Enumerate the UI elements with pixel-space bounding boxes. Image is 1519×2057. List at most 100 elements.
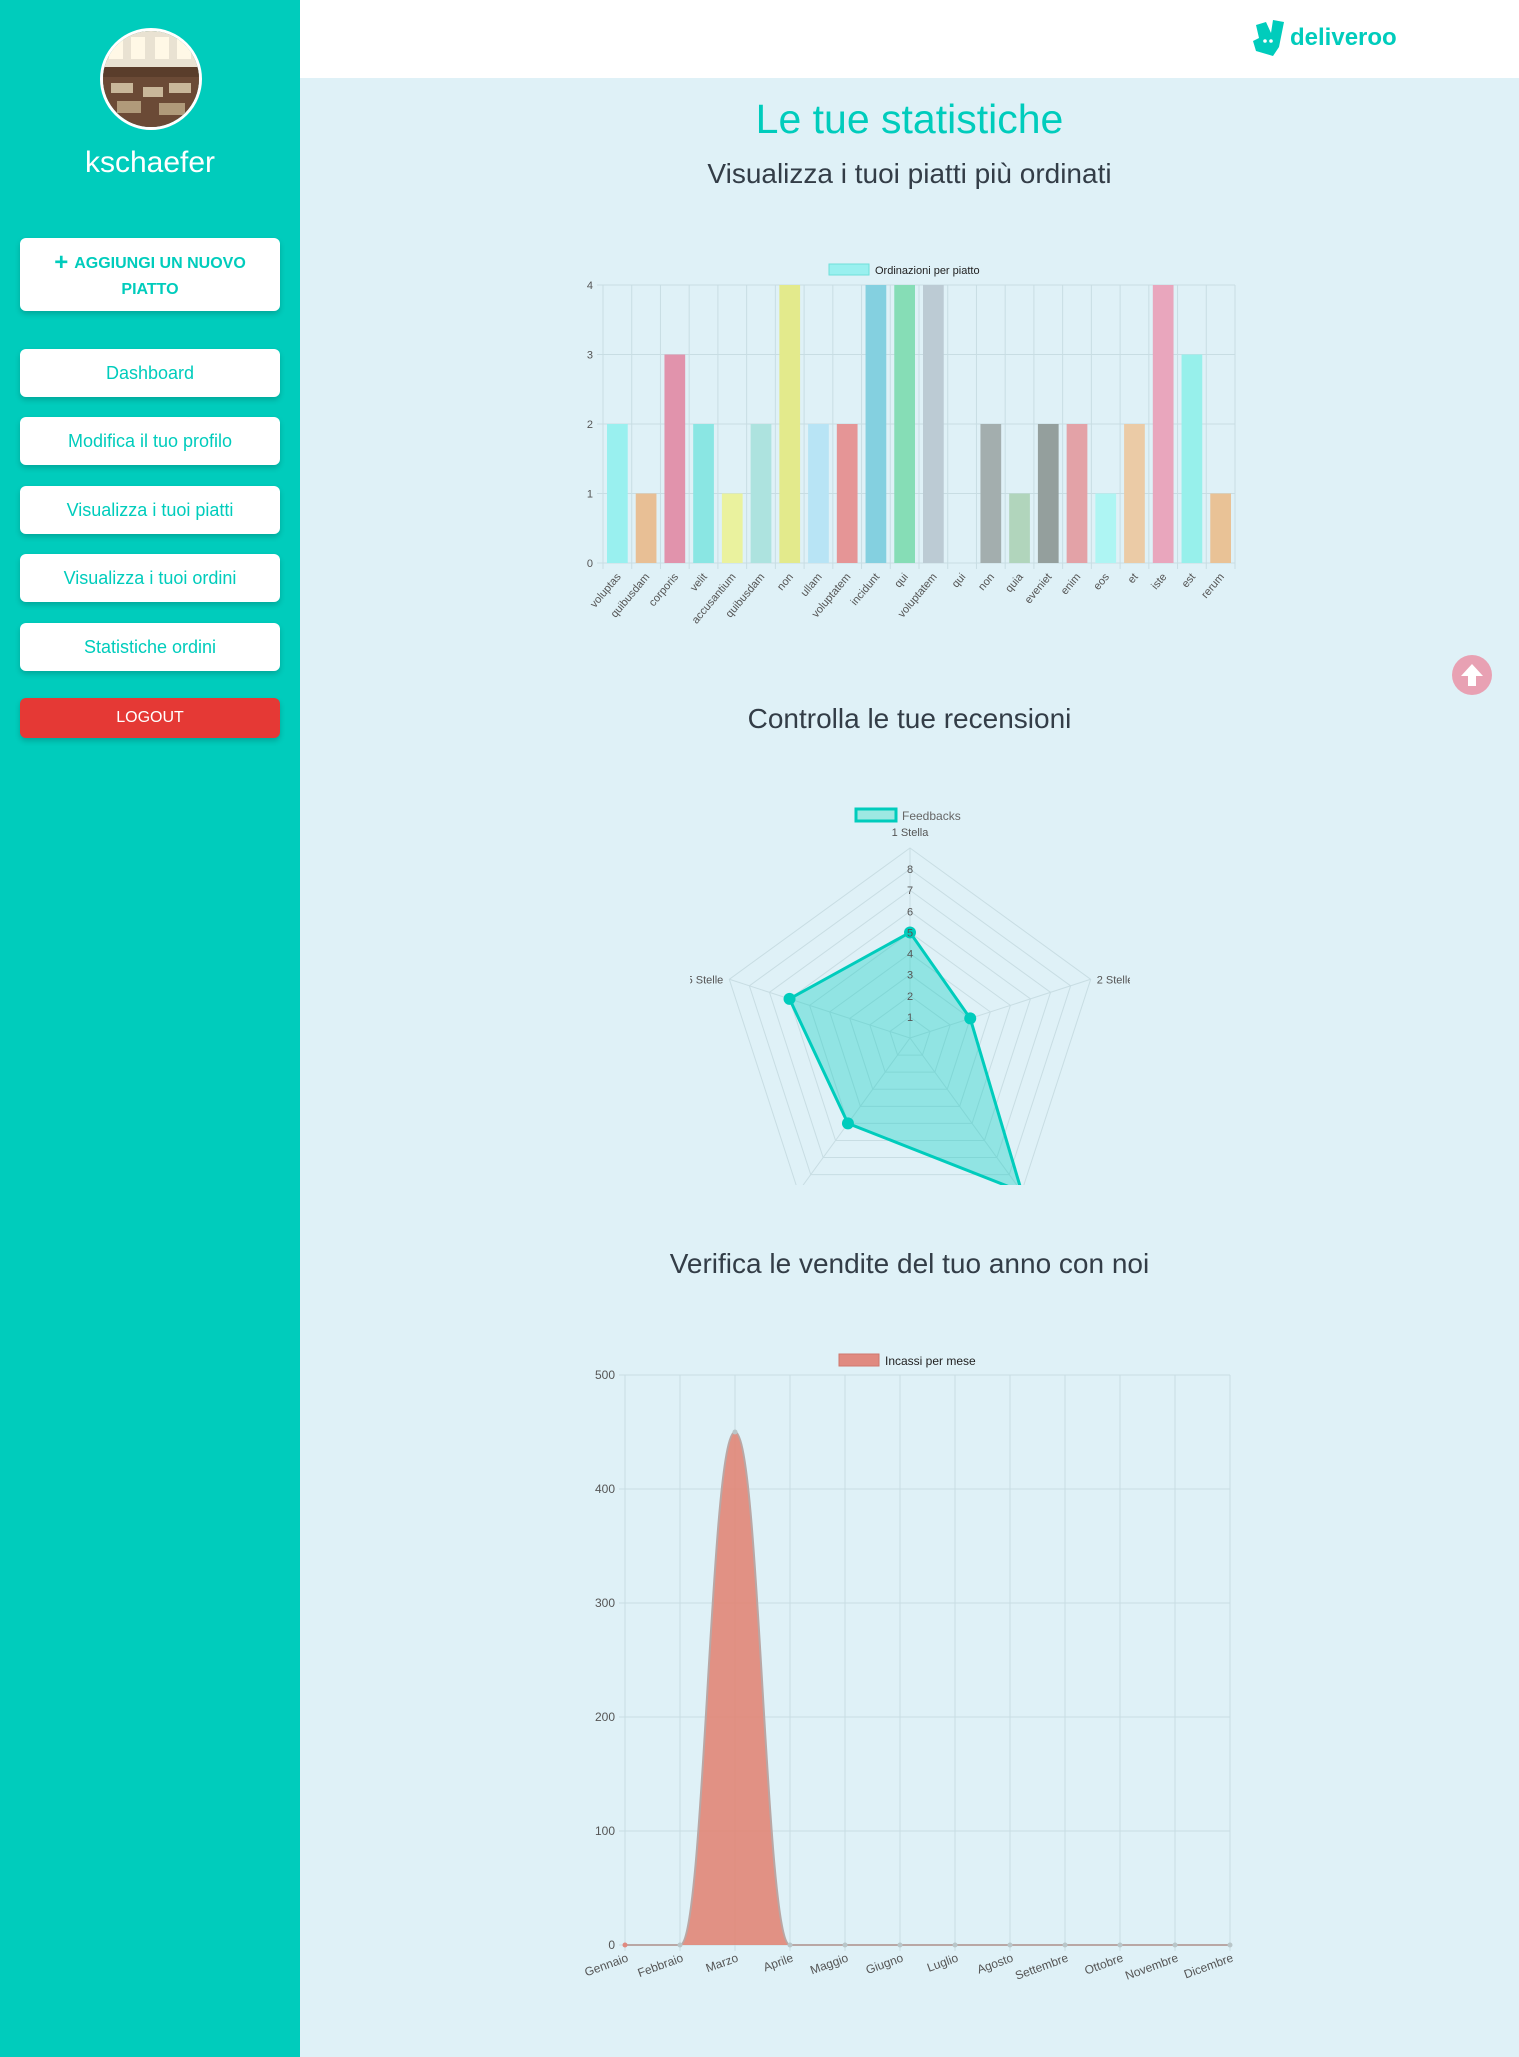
legend-swatch: [838, 1353, 880, 1367]
legend-swatch: [854, 807, 898, 823]
x-tick-label: enim: [1059, 571, 1084, 597]
x-tick-label: corporis: [647, 571, 682, 609]
data-point: [1227, 1942, 1233, 1948]
bar: [635, 493, 657, 563]
data-point: [677, 1942, 683, 1948]
r-tick-label: 8: [907, 864, 913, 876]
x-tick-label: Dicembre: [1182, 1951, 1235, 1982]
x-tick-label: Luglio: [925, 1951, 960, 1975]
x-tick-label: non: [976, 571, 997, 593]
add-dish-button[interactable]: + AGGIUNGI UN NUOVO PIATTO: [20, 238, 280, 311]
arrow-up-icon: [1461, 664, 1483, 686]
nav-edit-profile[interactable]: Modifica il tuo profilo: [20, 417, 280, 465]
bar: [980, 424, 1002, 563]
bar: [721, 493, 743, 563]
data-point: [1117, 1942, 1123, 1948]
sidebar: kschaefer + AGGIUNGI UN NUOVO PIATTO Dash…: [0, 0, 300, 2057]
x-tick-label: non: [775, 571, 796, 593]
x-tick-label: ullam: [799, 571, 825, 599]
bar: [894, 285, 915, 563]
bar: [1037, 424, 1059, 563]
y-tick-label: 0: [608, 1938, 615, 1952]
deliveroo-logo[interactable]: deliveroo: [1252, 20, 1397, 56]
y-tick-label: 400: [595, 1482, 615, 1496]
x-tick-label: Febbraio: [636, 1951, 686, 1980]
bar: [1181, 354, 1203, 563]
nav-dashboard[interactable]: Dashboard: [20, 349, 280, 397]
reviews-radar-chart: Feedbacks123456781 Stella2 Stelle3 Stell…: [690, 807, 1130, 1185]
username: kschaefer: [84, 146, 216, 179]
data-point: [842, 1942, 848, 1948]
data-point: [1007, 1942, 1013, 1948]
x-tick-label: et: [1126, 571, 1141, 586]
data-point: [897, 1942, 903, 1948]
add-dish-label: AGGIUNGI UN NUOVO PIATTO: [74, 255, 246, 298]
kangaroo-icon: [1253, 20, 1284, 56]
top-bar: deliveroo: [300, 0, 1519, 78]
data-point: [952, 1942, 958, 1948]
x-tick-label: Settembre: [1013, 1951, 1070, 1983]
data-point: [732, 1429, 738, 1435]
legend-label: Ordinazioni per piatto: [875, 265, 980, 277]
r-tick-label: 5: [907, 927, 913, 939]
plus-icon: +: [54, 249, 69, 276]
y-tick-label: 3: [587, 350, 593, 362]
bar: [1152, 285, 1174, 563]
x-tick-label: Gennaio: [583, 1951, 631, 1980]
bar: [923, 285, 944, 563]
bar: [1009, 493, 1030, 563]
bar: [1095, 493, 1117, 563]
y-tick-label: 200: [595, 1710, 615, 1724]
x-tick-label: incidunt: [849, 571, 883, 608]
bar: [779, 285, 801, 563]
bar: [1210, 493, 1231, 563]
y-tick-label: 4: [587, 280, 593, 292]
restaurant-photo: [103, 31, 199, 127]
x-tick-label: qui: [892, 571, 911, 590]
x-tick-label: eos: [1091, 571, 1112, 593]
x-tick-label: Agosto: [975, 1951, 1015, 1977]
section-title-sales: Verifica le vendite del tuo anno con noi: [669, 1248, 1150, 1279]
x-tick-label: rerum: [1199, 571, 1227, 601]
series-area: [625, 1432, 1230, 1945]
y-tick-label: 1: [587, 489, 593, 501]
legend-label: Feedbacks: [902, 809, 961, 823]
x-tick-label: velit: [688, 571, 710, 594]
data-point: [622, 1942, 628, 1948]
x-tick-label: est: [1180, 571, 1199, 590]
data-point: [841, 1117, 854, 1130]
bar: [1066, 424, 1088, 563]
logout-button[interactable]: LOGOUT: [20, 698, 280, 738]
y-tick-label: 100: [595, 1824, 615, 1838]
page-title: Le tue statistiche: [755, 96, 1064, 142]
r-tick-label: 6: [907, 906, 913, 918]
y-tick-label: 2: [587, 419, 593, 431]
axis-label: 2 Stelle: [1097, 974, 1130, 986]
legend-swatch: [828, 263, 870, 276]
sales-area-chart: Incassi per mese 0 100 200 300 400 500 Gennaio F…: [583, 1353, 1235, 1983]
bar: [1124, 424, 1145, 563]
nav-view-orders[interactable]: Visualizza i tuoi ordini: [20, 554, 280, 602]
data-point: [1172, 1942, 1178, 1948]
y-tick-label: 500: [595, 1368, 615, 1382]
axis-label: 5 Stelle: [690, 974, 723, 986]
scroll-to-top-button[interactable]: [1452, 655, 1492, 695]
section-title-dishes: Visualizza i tuoi piatti più ordinati: [707, 158, 1112, 189]
r-tick-label: 7: [907, 885, 913, 897]
nav-view-dishes[interactable]: Visualizza i tuoi piatti: [20, 486, 280, 534]
x-tick-label: Giugno: [864, 1951, 905, 1978]
bar: [664, 354, 686, 563]
x-tick-label: Novembre: [1123, 1951, 1180, 1983]
nav-order-stats[interactable]: Statistiche ordini: [20, 623, 280, 671]
dishes-bar-chart: Ordinazioni per piatto01234voluptasquibu…: [587, 263, 1236, 626]
bar: [865, 285, 887, 563]
x-tick-label: Ottobre: [1083, 1951, 1126, 1978]
avatar[interactable]: [100, 28, 202, 130]
r-tick-label: 2: [907, 991, 913, 1003]
r-tick-label: 3: [907, 970, 913, 982]
x-tick-label: eveniet: [1023, 571, 1055, 606]
r-tick-label: 4: [907, 949, 913, 961]
data-point: [787, 1942, 793, 1948]
y-tick-label: 300: [595, 1596, 615, 1610]
data-point: [964, 1012, 977, 1025]
